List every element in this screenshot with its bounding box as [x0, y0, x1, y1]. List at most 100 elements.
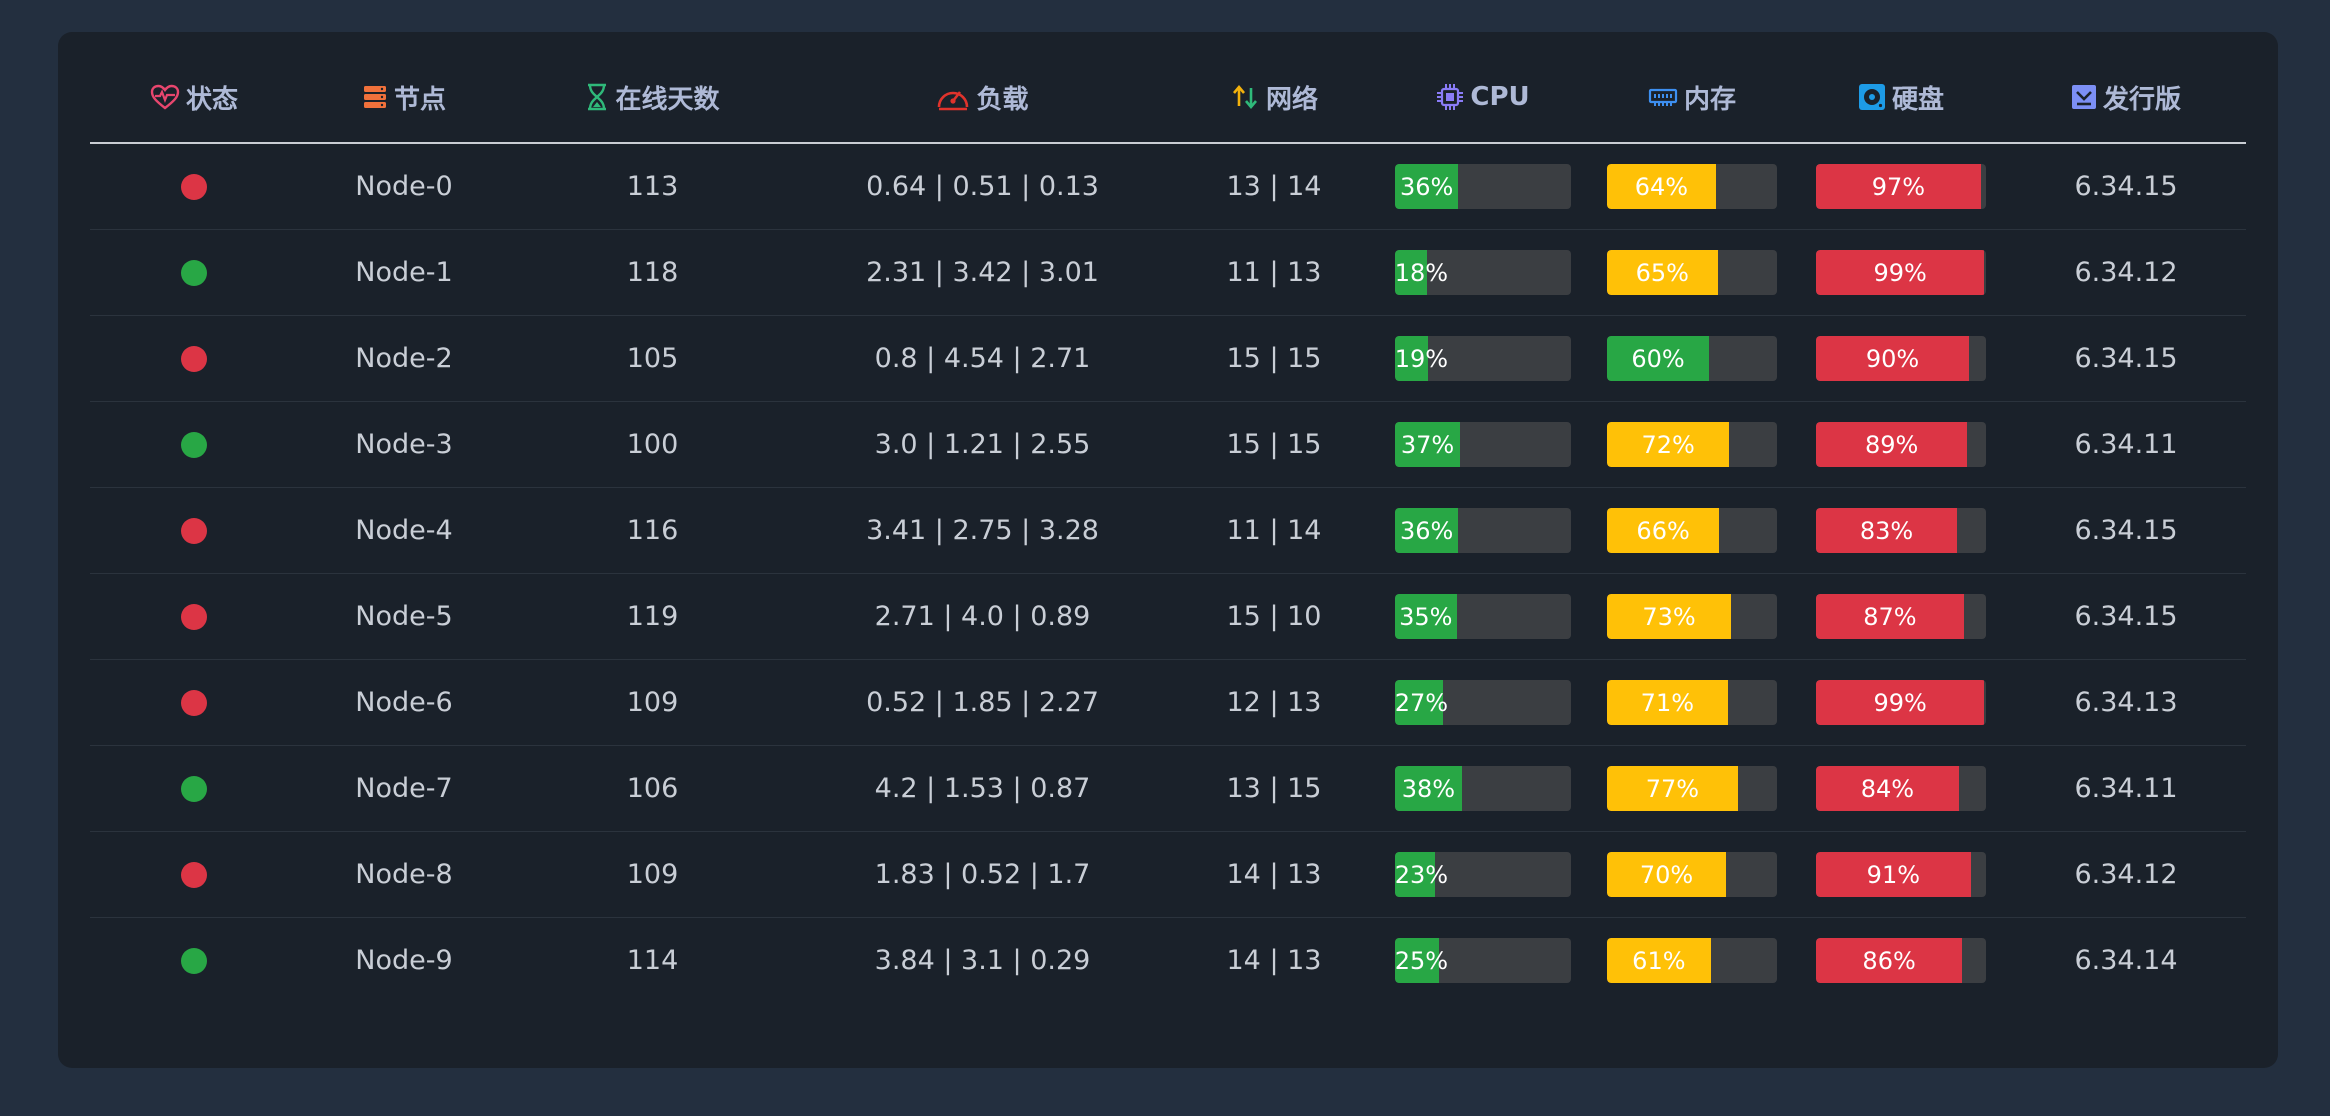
table-row[interactable]: Node-5 119 2.71 | 4.0 | 0.89 15 | 10 35% 73% 8… — [90, 574, 2246, 660]
node-name: Node-3 — [355, 429, 453, 460]
memory-usage-percent-label: 64% — [1634, 172, 1689, 201]
cpu-usage: 36% — [1378, 164, 1588, 209]
disk-usage: 99% — [1796, 250, 2006, 295]
disk-usage: 83% — [1796, 508, 2006, 553]
header-version[interactable]: 发行版 — [2006, 76, 2246, 118]
header-cpu-label: CPU — [1470, 82, 1530, 112]
memory-usage-percent-label: 66% — [1636, 516, 1690, 545]
release-version: 6.34.15 — [2074, 601, 2178, 632]
status-dot — [181, 689, 207, 716]
cpu-usage: 38% — [1378, 766, 1588, 811]
speedometer-icon — [936, 83, 970, 111]
header-disk-label: 硬盘 — [1891, 84, 1944, 115]
memory-usage-percent-label: 70% — [1639, 860, 1694, 889]
memory-usage-bar: 61% — [1607, 938, 1777, 983]
online-days: 105 — [626, 343, 679, 374]
table-row[interactable]: Node-4 116 3.41 | 2.75 | 3.28 11 | 14 36% 66%… — [90, 488, 2246, 574]
load-average: 3.41 | 2.75 | 3.28 — [866, 515, 1099, 546]
memory-usage: 77% — [1588, 766, 1796, 811]
network-usage: 15 | 15 — [1226, 343, 1322, 374]
network-usage: 11 | 14 — [1226, 515, 1322, 546]
network-usage: 11 | 13 — [1226, 257, 1322, 288]
hourglass-icon — [585, 83, 609, 111]
disk-usage-percent-label: 97% — [1871, 172, 1926, 201]
cpu-usage-bar: 27% — [1395, 680, 1571, 725]
header-memory-label: 内存 — [1683, 84, 1736, 115]
status-cell — [90, 603, 298, 630]
cpu-usage-bar: 23% — [1395, 852, 1571, 897]
release-version: 6.34.12 — [2074, 257, 2178, 288]
header-cpu[interactable]: CPU — [1378, 76, 1588, 118]
disk-usage: 84% — [1796, 766, 2006, 811]
disk-usage-bar: 90% — [1816, 336, 1986, 381]
network-usage: 14 | 13 — [1226, 945, 1322, 976]
disk-usage: 89% — [1796, 422, 2006, 467]
disk-usage: 99% — [1796, 680, 2006, 725]
network-usage: 14 | 13 — [1226, 859, 1322, 890]
header-version-label: 发行版 — [2102, 84, 2181, 115]
cpu-usage-percent-label: 27% — [1395, 688, 1449, 717]
disk-usage: 86% — [1796, 938, 2006, 983]
header-memory[interactable]: 内存 — [1588, 76, 1796, 118]
header-network-label: 网络 — [1265, 84, 1318, 115]
table-header: 状态 节点 在线天数 负载 网络 CPU 内存 硬盘 发行版 — [90, 76, 2246, 144]
header-node[interactable]: 节点 — [298, 76, 510, 118]
table-row[interactable]: Node-3 100 3.0 | 1.21 | 2.55 15 | 15 37% 72% 8… — [90, 402, 2246, 488]
cpu-usage-percent-label: 36% — [1400, 172, 1454, 201]
disk-usage-bar: 91% — [1816, 852, 1986, 897]
cpu-usage-percent-label: 23% — [1395, 860, 1449, 889]
header-disk[interactable]: 硬盘 — [1796, 76, 2006, 118]
online-days: 106 — [626, 773, 679, 804]
disk-usage-bar: 87% — [1816, 594, 1986, 639]
cpu-usage-bar: 38% — [1395, 766, 1571, 811]
memory-usage-bar: 65% — [1607, 250, 1777, 295]
status-cell — [90, 861, 298, 888]
heart-pulse-icon — [150, 84, 180, 110]
table-body: Node-0 113 0.64 | 0.51 | 0.13 13 | 14 36% 64%… — [90, 144, 2246, 1003]
disk-usage-percent-label: 91% — [1866, 860, 1921, 889]
header-load[interactable]: 负载 — [795, 76, 1170, 118]
header-status-label: 状态 — [185, 84, 238, 115]
cpu-usage: 36% — [1378, 508, 1588, 553]
header-network[interactable]: 网络 — [1170, 76, 1378, 118]
table-row[interactable]: Node-2 105 0.8 | 4.54 | 2.71 15 | 15 19% 60% 9… — [90, 316, 2246, 402]
online-days: 114 — [626, 945, 679, 976]
online-days: 116 — [626, 515, 679, 546]
table-row[interactable]: Node-6 109 0.52 | 1.85 | 2.27 12 | 13 27% 71%… — [90, 660, 2246, 746]
memory-usage-percent-label: 65% — [1635, 258, 1689, 287]
cpu-usage: 35% — [1378, 594, 1588, 639]
status-dot — [181, 173, 207, 200]
disk-usage: 90% — [1796, 336, 2006, 381]
network-usage: 13 | 14 — [1226, 171, 1322, 202]
memory-usage: 70% — [1588, 852, 1796, 897]
table-row[interactable]: Node-1 118 2.31 | 3.42 | 3.01 11 | 13 18% 65%… — [90, 230, 2246, 316]
table-row[interactable]: Node-0 113 0.64 | 0.51 | 0.13 13 | 14 36% 64%… — [90, 144, 2246, 230]
disk-usage-percent-label: 87% — [1863, 602, 1917, 631]
memory-icon — [1648, 85, 1678, 109]
network-usage: 12 | 13 — [1226, 687, 1322, 718]
status-cell — [90, 173, 298, 200]
network-usage: 15 | 15 — [1226, 429, 1322, 460]
table-row[interactable]: Node-8 109 1.83 | 0.52 | 1.7 14 | 13 23% 70% 9… — [90, 832, 2246, 918]
cpu-usage: 27% — [1378, 680, 1588, 725]
disk-usage-percent-label: 90% — [1865, 344, 1920, 373]
release-version: 6.34.15 — [2074, 171, 2178, 202]
status-cell — [90, 345, 298, 372]
memory-usage-percent-label: 60% — [1631, 344, 1685, 373]
cpu-usage-bar: 25% — [1395, 938, 1571, 983]
header-status[interactable]: 状态 — [90, 76, 298, 118]
disk-usage-bar: 84% — [1816, 766, 1986, 811]
header-days-label: 在线天数 — [615, 84, 720, 115]
online-days: 119 — [626, 601, 679, 632]
cpu-usage-percent-label: 18% — [1395, 258, 1449, 287]
memory-usage: 72% — [1588, 422, 1796, 467]
memory-usage-bar: 64% — [1607, 164, 1777, 209]
cpu-usage: 18% — [1378, 250, 1588, 295]
cpu-usage-percent-label: 37% — [1400, 430, 1455, 459]
table-row[interactable]: Node-9 114 3.84 | 3.1 | 0.29 14 | 13 25% 61% 8… — [90, 918, 2246, 1003]
status-cell — [90, 431, 298, 458]
table-row[interactable]: Node-7 106 4.2 | 1.53 | 0.87 13 | 15 38% 77% 8… — [90, 746, 2246, 832]
header-days[interactable]: 在线天数 — [510, 76, 795, 118]
memory-usage-percent-label: 61% — [1632, 946, 1686, 975]
disk-usage: 97% — [1796, 164, 2006, 209]
